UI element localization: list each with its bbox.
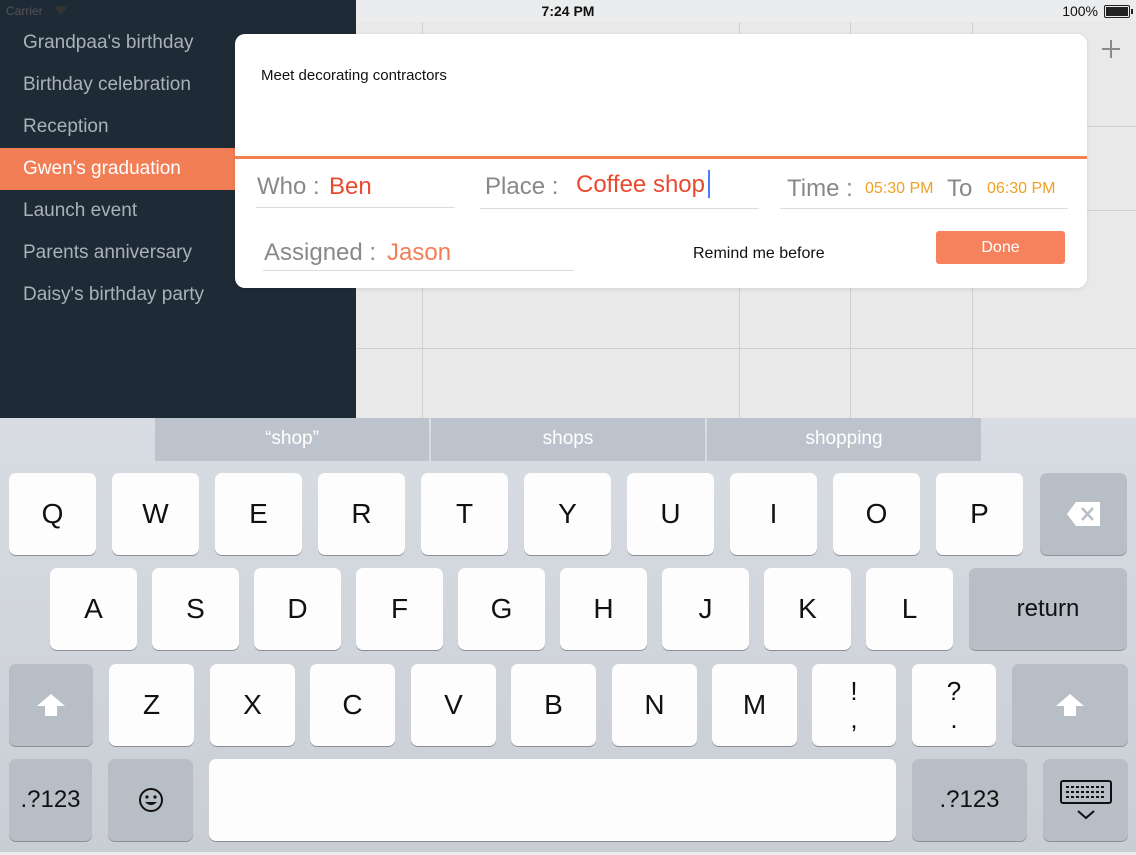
- shift-icon: [1056, 694, 1084, 716]
- key-b[interactable]: B: [511, 664, 596, 746]
- key-question-glyph: ?: [946, 676, 962, 706]
- popup-divider: [235, 156, 1087, 159]
- event-edit-popup: Meet decorating contractors Who : Ben Pl…: [235, 34, 1087, 288]
- key-exclaim-glyph: !: [850, 676, 858, 706]
- key-d[interactable]: D: [254, 568, 341, 650]
- return-key[interactable]: return: [969, 568, 1127, 650]
- key-q[interactable]: Q: [9, 473, 96, 555]
- place-underline: [480, 208, 759, 209]
- key-y[interactable]: Y: [524, 473, 611, 555]
- key-o[interactable]: O: [833, 473, 920, 555]
- suggestion-shopping[interactable]: shopping: [707, 418, 981, 461]
- key-r[interactable]: R: [318, 473, 405, 555]
- key-v[interactable]: V: [411, 664, 496, 746]
- backspace-key[interactable]: [1040, 473, 1127, 555]
- key-n[interactable]: N: [612, 664, 697, 746]
- time-to-field[interactable]: 06:30 PM: [987, 180, 1055, 198]
- place-label: Place :: [485, 173, 559, 200]
- status-time: 7:24 PM: [541, 3, 595, 19]
- dismiss-keyboard-key[interactable]: [1043, 759, 1128, 841]
- key-t[interactable]: T: [421, 473, 508, 555]
- key-z[interactable]: Z: [109, 664, 194, 746]
- key-a[interactable]: A: [50, 568, 137, 650]
- key-m[interactable]: M: [712, 664, 797, 746]
- key-c[interactable]: C: [310, 664, 395, 746]
- onscreen-keyboard: “shop” shops shopping Q W E R T Y U I O …: [0, 418, 1136, 852]
- place-field[interactable]: Coffee shop: [576, 171, 705, 199]
- remind-me-before[interactable]: Remind me before: [693, 245, 825, 263]
- key-k[interactable]: K: [764, 568, 851, 650]
- add-event-button[interactable]: [1100, 36, 1122, 66]
- shift-key-left[interactable]: [9, 664, 93, 746]
- key-x[interactable]: X: [210, 664, 295, 746]
- key-h[interactable]: H: [560, 568, 647, 650]
- who-label: Who :: [257, 173, 320, 200]
- battery-percent: 100%: [1062, 3, 1098, 19]
- key-f[interactable]: F: [356, 568, 443, 650]
- done-button[interactable]: Done: [936, 231, 1065, 264]
- time-from-field[interactable]: 05:30 PM: [865, 180, 933, 198]
- key-l[interactable]: L: [866, 568, 953, 650]
- key-i[interactable]: I: [730, 473, 817, 555]
- key-w[interactable]: W: [112, 473, 199, 555]
- space-bar[interactable]: [209, 759, 896, 841]
- key-u[interactable]: U: [627, 473, 714, 555]
- battery-icon: [1104, 5, 1133, 18]
- emoji-key[interactable]: [108, 759, 193, 841]
- key-period-glyph: .: [950, 704, 958, 734]
- text-cursor: [708, 170, 710, 198]
- suggestion-shop-quoted[interactable]: “shop”: [155, 418, 429, 461]
- grid-line: [356, 348, 1136, 349]
- keyboard-dismiss-icon: [1059, 780, 1112, 820]
- key-s[interactable]: S: [152, 568, 239, 650]
- key-g[interactable]: G: [458, 568, 545, 650]
- event-title-field[interactable]: Meet decorating contractors: [261, 67, 447, 84]
- key-exclaim-comma[interactable]: ! ,: [812, 664, 896, 746]
- emoji-icon: [138, 788, 163, 812]
- time-to-label: To: [947, 175, 973, 202]
- key-e[interactable]: E: [215, 473, 302, 555]
- plus-icon: [1102, 40, 1120, 58]
- time-label: Time :: [787, 175, 853, 202]
- shift-icon: [37, 694, 65, 716]
- who-underline: [256, 207, 455, 208]
- key-comma-glyph: ,: [850, 704, 858, 734]
- assigned-field[interactable]: Jason: [387, 239, 451, 267]
- key-j[interactable]: J: [662, 568, 749, 650]
- assigned-underline: [263, 270, 574, 271]
- numbers-key-right[interactable]: .?123: [912, 759, 1027, 841]
- suggestion-shops[interactable]: shops: [431, 418, 705, 461]
- key-question-period[interactable]: ? .: [912, 664, 996, 746]
- who-field[interactable]: Ben: [329, 173, 372, 201]
- shift-key-right[interactable]: [1012, 664, 1128, 746]
- numbers-key-left[interactable]: .?123: [9, 759, 92, 841]
- time-underline: [780, 208, 1068, 209]
- status-bar: Carrier 7:24 PM 100%: [0, 0, 1136, 22]
- key-p[interactable]: P: [936, 473, 1023, 555]
- assigned-label: Assigned :: [264, 239, 377, 266]
- backspace-icon: [1066, 502, 1100, 526]
